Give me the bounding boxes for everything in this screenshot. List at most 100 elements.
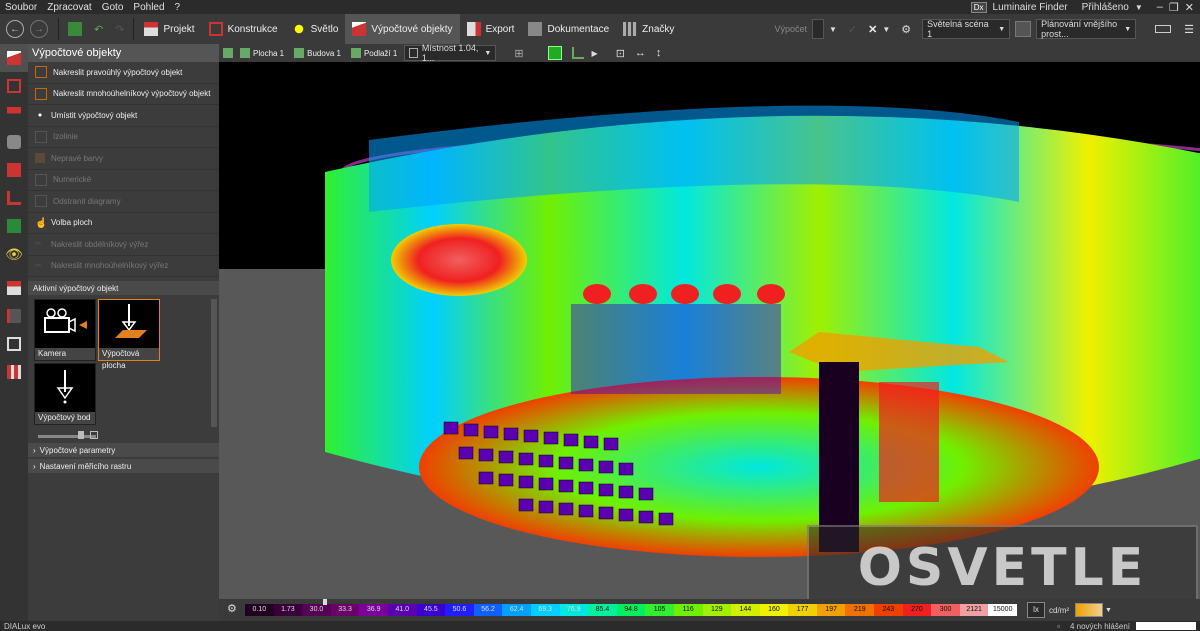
markers-icon (623, 22, 638, 36)
scene-settings-icon[interactable] (1015, 21, 1032, 37)
3d-viewport[interactable]: Plocha 1 Budova 1 Podlaží 1 Místnost 1.0… (219, 44, 1200, 599)
play-icon[interactable]: ▶ (592, 49, 598, 58)
tab-dokumentace-label: Dokumentace (547, 23, 610, 35)
scale-settings-icon[interactable]: ⚙ (227, 602, 237, 615)
tab-projekt[interactable]: Projekt (137, 14, 201, 44)
active-object-tiles: Kamera Výpočtová plocha Výpočtový bod (28, 295, 219, 438)
item-draw-polygon[interactable]: Nakreslit mnohoúhelníkový výpočtový obje… (28, 84, 219, 105)
vertical-dimension-icon[interactable]: ↕ (656, 47, 662, 59)
tile-calc-surface[interactable]: Výpočtová plocha (98, 299, 160, 370)
luminaire-finder-link[interactable]: Luminaire Finder (993, 2, 1068, 13)
tile-calc-point[interactable]: Výpočtový bod (34, 363, 96, 425)
keyboard-icon[interactable] (1155, 25, 1172, 33)
exit-icon (7, 219, 21, 233)
item-false-colors: Nepravé barvy (28, 148, 219, 170)
breadcrumb-podlazi[interactable]: Podlaží 1 (348, 48, 400, 58)
gear-icon[interactable]: ⚙ (901, 23, 911, 36)
compute-button[interactable] (811, 19, 824, 39)
notifications-text[interactable]: 4 nových hlášení (1070, 622, 1130, 631)
menu-goto[interactable]: Goto (97, 2, 129, 13)
chevron-down-icon[interactable]: ▼ (1135, 3, 1143, 12)
scale-cell: 144 (731, 604, 760, 616)
scale-marker[interactable] (323, 599, 327, 605)
cancel-icon[interactable]: ✕ (868, 23, 877, 36)
tab-vypoctove-objekty[interactable]: Výpočtové objekty (345, 14, 460, 44)
scene-dropdown[interactable]: Světelná scéna 1 ▼ (922, 19, 1011, 39)
tab-svetlo[interactable]: Světlo (285, 14, 346, 44)
wall-tool[interactable] (0, 156, 28, 184)
notifications-icon[interactable]: ▫ (1057, 622, 1060, 631)
menu-help[interactable]: ? (170, 2, 186, 13)
menu-pohled[interactable]: Pohled (128, 2, 169, 13)
menu-icon[interactable]: ☰ (1184, 23, 1194, 36)
back-icon[interactable]: ← (6, 20, 24, 38)
tiles-scrollbar[interactable] (211, 299, 217, 427)
scale-cell: 160 (759, 604, 789, 616)
fit-view-icon[interactable]: ⊡ (616, 47, 625, 60)
tab-export[interactable]: Export (460, 14, 522, 44)
scale-cell: 45.5 (416, 604, 446, 616)
menu-right: Dx Luminaire Finder Přihlášeno ▼ – ❐ ✕ (970, 1, 1200, 14)
room-dropdown[interactable]: Místnost 1.04, 1... ▼ (404, 44, 497, 63)
isolines-icon (35, 130, 47, 143)
corner-tool[interactable] (0, 184, 28, 212)
false-colors-icon (35, 153, 45, 164)
menu-soubor[interactable]: Soubor (0, 2, 42, 13)
redo-icon[interactable]: ↷ (115, 23, 124, 36)
notifications-panel[interactable] (1136, 622, 1196, 630)
restore-icon[interactable]: ❐ (1169, 1, 1179, 14)
exit-tool[interactable] (0, 212, 28, 240)
unit-cd-button[interactable]: cd/m² (1049, 606, 1069, 615)
building-icon (294, 48, 305, 58)
item-numeric: Numerické (28, 170, 219, 191)
chevron-down-icon[interactable]: ▼ (829, 25, 837, 34)
section-grid-settings[interactable]: › Nastavení měřicího rastru (28, 459, 219, 473)
view-grid-icon[interactable]: ⊞ (514, 47, 523, 60)
room-tool[interactable] (0, 72, 28, 100)
section-tool[interactable] (0, 302, 28, 330)
zoom-slider-icon[interactable] (90, 431, 98, 439)
cylinder-tool[interactable] (0, 128, 28, 156)
forward-icon[interactable]: → (30, 20, 48, 38)
planning-dropdown[interactable]: Plánování vnějšího prost... ▼ (1036, 19, 1137, 39)
chevron-down-icon[interactable]: ▼ (1105, 607, 1112, 614)
section-grid-settings-label: Nastavení měřicího rastru (39, 461, 132, 471)
table-tool[interactable] (0, 100, 28, 128)
scale-cell: 15000 (988, 604, 1018, 616)
visibility-tool[interactable]: 👁 (0, 240, 28, 268)
green-outline-icon[interactable] (571, 47, 584, 59)
close-icon[interactable]: ✕ (1185, 1, 1194, 14)
login-status[interactable]: Přihlášeno (1082, 2, 1129, 13)
frame-tool[interactable] (0, 330, 28, 358)
site-add-icon[interactable] (223, 48, 233, 58)
calc-objects-panel: Výpočtové objekty Nakreslit pravoúhlý vý… (28, 44, 219, 621)
item-select-surfaces[interactable]: ☝ Volba ploch (28, 213, 219, 234)
item-draw-rect[interactable]: Nakreslit pravoúhlý výpočtový objekt (28, 62, 219, 84)
grid-tool[interactable] (0, 358, 28, 386)
tile-camera[interactable]: Kamera (34, 299, 96, 361)
save-icon[interactable] (68, 22, 82, 36)
minimize-icon[interactable]: – (1157, 1, 1163, 13)
tab-dokumentace[interactable]: Dokumentace (521, 14, 616, 44)
calc-surface-tool[interactable] (0, 44, 28, 72)
zoom-slider-thumb[interactable] (78, 431, 84, 439)
breadcrumb-budova[interactable]: Budova 1 (291, 48, 344, 58)
numeric-icon (35, 173, 47, 186)
tab-znacky[interactable]: Značky (616, 14, 681, 44)
chart-tool[interactable] (0, 274, 28, 302)
check-icon[interactable]: ✓ (848, 23, 857, 36)
chevron-down-icon: ▼ (998, 25, 1006, 33)
menu-zpracovat[interactable]: Zpracovat (42, 2, 96, 13)
section-calc-params[interactable]: › Výpočtové parametry (28, 443, 219, 457)
chevron-down-icon[interactable]: ▼ (882, 25, 890, 34)
unit-lx-button[interactable]: lx (1027, 602, 1046, 618)
horizontal-dimension-icon[interactable]: ↔ (635, 47, 646, 59)
green-box-icon[interactable] (547, 46, 562, 60)
polygon-object-icon (35, 87, 47, 100)
compute-label[interactable]: Výpočet (774, 24, 807, 34)
breadcrumb-plocha[interactable]: Plocha 1 (237, 48, 287, 58)
undo-icon[interactable]: ↶ (94, 23, 103, 36)
palette-swatch[interactable] (1075, 603, 1104, 617)
item-place-object[interactable]: Umístit výpočtový objekt (28, 105, 219, 127)
tab-konstrukce[interactable]: Konstrukce (202, 14, 285, 44)
